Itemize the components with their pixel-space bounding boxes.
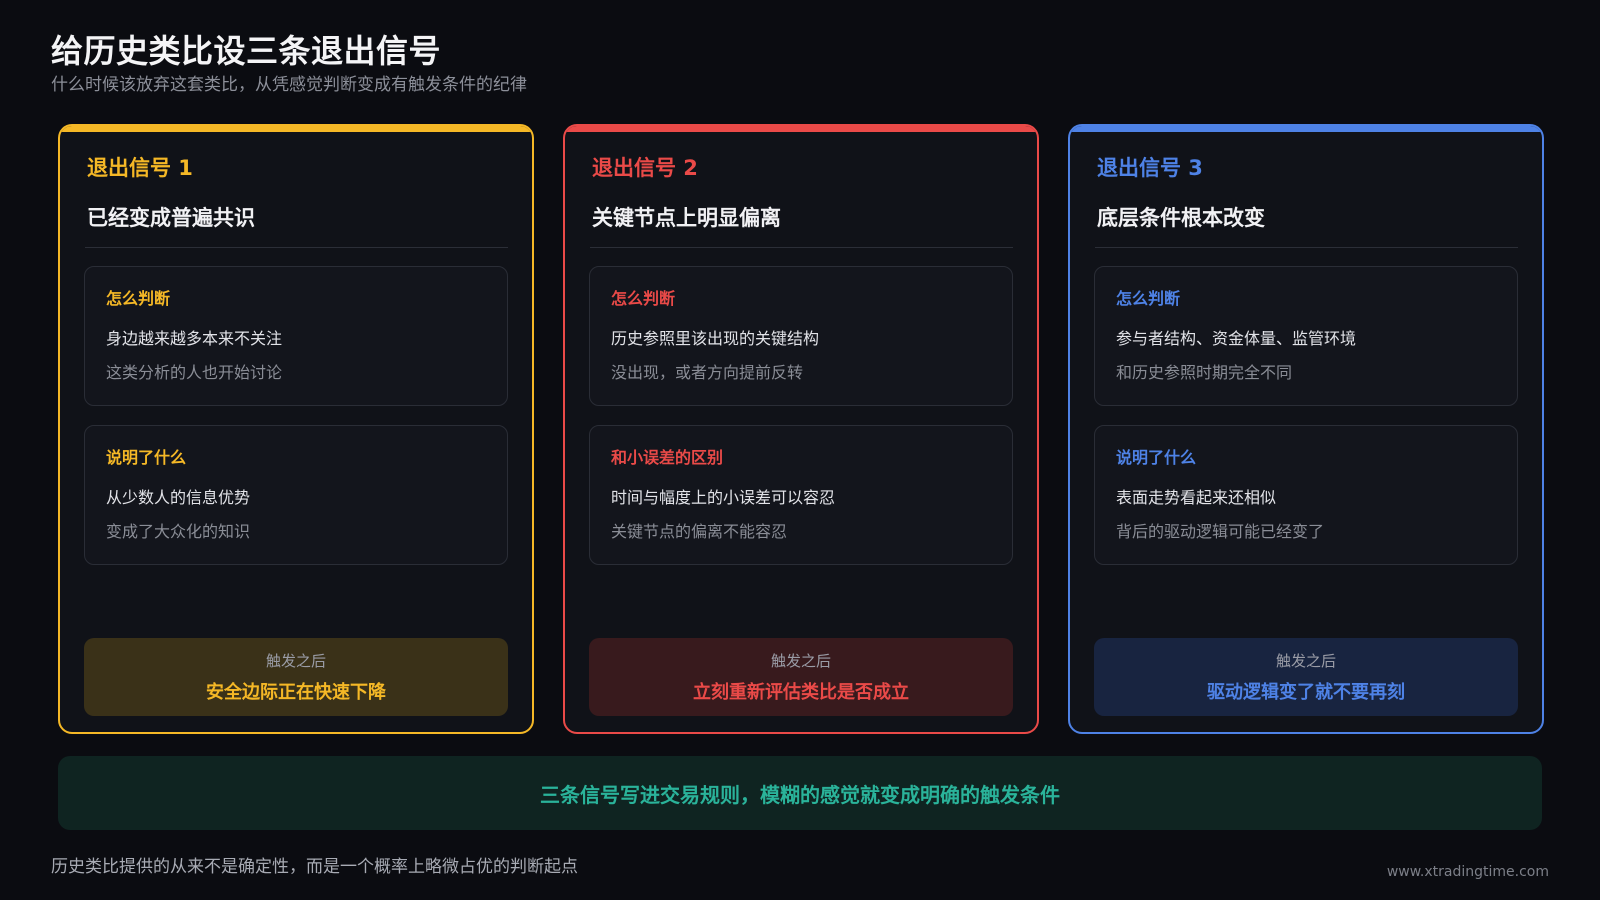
card-accent-bar [60, 126, 532, 132]
divider [85, 247, 508, 248]
trigger-label: 触发之后 [1275, 652, 1336, 670]
footer-note: 历史类比提供的从来不是确定性，而是一个概率上略微占优的判断起点 [51, 857, 578, 877]
difference-box: 和小误差的区别 时间与幅度上的小误差可以容忍 关键节点的偏离不能容忍 [589, 425, 1013, 565]
summary-text: 三条信号写进交易规则，模糊的感觉就变成明确的触发条件 [540, 782, 1060, 807]
divider [1095, 247, 1518, 248]
box-line: 表面走势看起来还相似 [1116, 488, 1277, 507]
trigger-label: 触发之后 [770, 652, 831, 670]
signal-label: 退出信号 3 [1097, 156, 1203, 180]
box-line: 参与者结构、资金体量、监管环境 [1116, 329, 1357, 348]
trigger-panel: 触发之后 安全边际正在快速下降 [84, 638, 508, 716]
how-to-judge-box: 怎么判断 历史参照里该出现的关键结构 没出现，或者方向提前反转 [589, 266, 1013, 406]
box-line: 身边越来越多本来不关注 [106, 329, 283, 348]
signal-card-3: 退出信号 3 底层条件根本改变 怎么判断 参与者结构、资金体量、监管环境 和历史… [1068, 124, 1544, 734]
trigger-panel: 触发之后 立刻重新评估类比是否成立 [589, 638, 1013, 716]
page-subtitle: 什么时候该放弃这套类比，从凭感觉判断变成有触发条件的纪律 [51, 75, 527, 95]
signal-heading: 关键节点上明显偏离 [592, 206, 781, 230]
box-label: 怎么判断 [1116, 289, 1181, 308]
page-title: 给历史类比设三条退出信号 [51, 32, 442, 70]
trigger-value: 安全边际正在快速下降 [206, 682, 386, 703]
summary-banner: 三条信号写进交易规则，模糊的感觉就变成明确的触发条件 [58, 756, 1542, 830]
signal-cards: 退出信号 1 已经变成普遍共识 怎么判断 身边越来越多本来不关注 这类分析的人也… [58, 124, 1544, 734]
meaning-box: 说明了什么 从少数人的信息优势 变成了大众化的知识 [84, 425, 508, 565]
signal-card-2: 退出信号 2 关键节点上明显偏离 怎么判断 历史参照里该出现的关键结构 没出现，… [563, 124, 1039, 734]
box-label: 说明了什么 [106, 448, 187, 467]
card-accent-bar [565, 126, 1037, 132]
signal-card-1: 退出信号 1 已经变成普遍共识 怎么判断 身边越来越多本来不关注 这类分析的人也… [58, 124, 534, 734]
box-line-secondary: 关键节点的偏离不能容忍 [611, 522, 788, 541]
trigger-value: 立刻重新评估类比是否成立 [693, 682, 909, 703]
box-line-secondary: 没出现，或者方向提前反转 [611, 363, 804, 382]
card-accent-bar [1070, 126, 1542, 132]
box-line-secondary: 背后的驱动逻辑可能已经变了 [1116, 522, 1325, 541]
slide: 给历史类比设三条退出信号 什么时候该放弃这套类比，从凭感觉判断变成有触发条件的纪… [0, 0, 1600, 900]
box-line: 时间与幅度上的小误差可以容忍 [611, 488, 836, 507]
trigger-panel: 触发之后 驱动逻辑变了就不要再刻 [1094, 638, 1518, 716]
divider [590, 247, 1013, 248]
box-label: 和小误差的区别 [611, 448, 724, 467]
trigger-value: 驱动逻辑变了就不要再刻 [1207, 682, 1405, 703]
box-line-secondary: 和历史参照时期完全不同 [1116, 363, 1293, 382]
how-to-judge-box: 怎么判断 参与者结构、资金体量、监管环境 和历史参照时期完全不同 [1094, 266, 1518, 406]
box-line: 从少数人的信息优势 [106, 488, 251, 507]
site-url: www.xtradingtime.com [1386, 864, 1549, 880]
meaning-box: 说明了什么 表面走势看起来还相似 背后的驱动逻辑可能已经变了 [1094, 425, 1518, 565]
box-line-secondary: 变成了大众化的知识 [106, 522, 251, 541]
how-to-judge-box: 怎么判断 身边越来越多本来不关注 这类分析的人也开始讨论 [84, 266, 508, 406]
signal-label: 退出信号 2 [592, 156, 698, 180]
box-label: 说明了什么 [1116, 448, 1197, 467]
signal-label: 退出信号 1 [87, 156, 193, 180]
box-line-secondary: 这类分析的人也开始讨论 [106, 363, 283, 382]
trigger-label: 触发之后 [265, 652, 326, 670]
box-line: 历史参照里该出现的关键结构 [611, 329, 820, 348]
box-label: 怎么判断 [611, 289, 676, 308]
box-label: 怎么判断 [106, 289, 171, 308]
signal-heading: 底层条件根本改变 [1097, 206, 1265, 230]
signal-heading: 已经变成普遍共识 [87, 206, 255, 230]
